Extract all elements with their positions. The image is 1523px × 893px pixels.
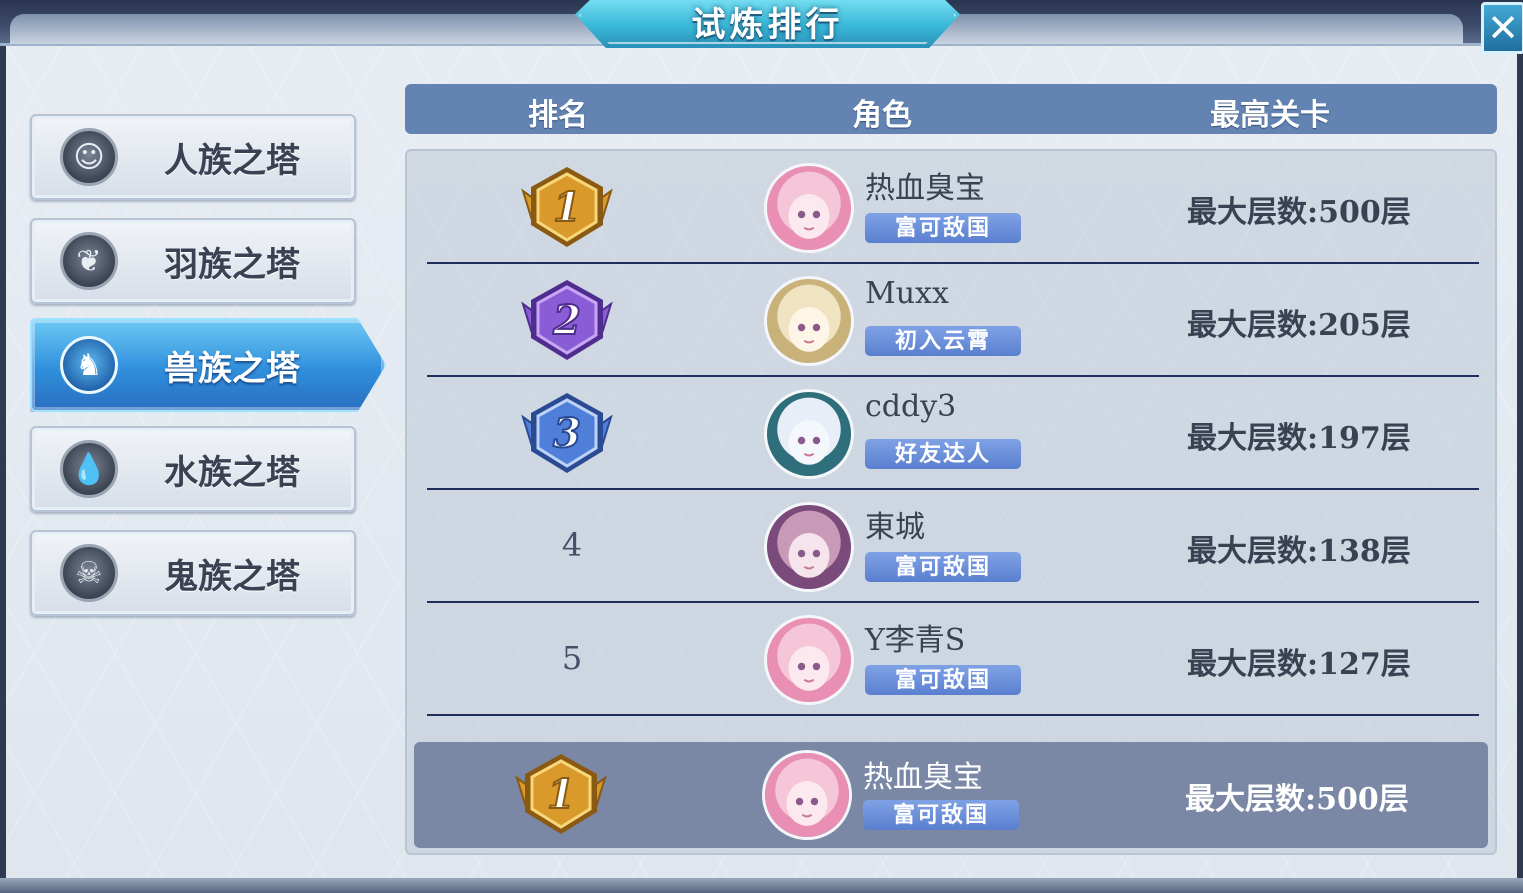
tab-beast-tower[interactable]: ♞ 兽族之塔 (30, 318, 386, 412)
player-title-badge: 好友达人 (865, 439, 1021, 469)
player-avatar[interactable] (764, 276, 854, 366)
tab-label: 水族之塔 (164, 452, 300, 493)
rank-number: 5 (561, 639, 583, 677)
header-role: 角色 (852, 98, 912, 133)
my-rank-row: 1 热血臭宝 富可敌国 最大层数:500层 (414, 742, 1488, 848)
player-title-badge: 富可敌国 (865, 665, 1021, 695)
player-title-badge: 富可敌国 (865, 213, 1021, 243)
title-plate: 试炼排行 (575, 0, 960, 48)
close-button[interactable]: ✕ (1481, 2, 1523, 54)
player-name: 東城 (865, 510, 925, 545)
rank-number: 4 (561, 526, 583, 564)
best-floor: 最大层数:127层 (1187, 647, 1411, 682)
svg-text:1: 1 (553, 184, 581, 231)
player-avatar[interactable] (762, 750, 852, 840)
svg-text:1: 1 (547, 771, 575, 818)
tab-label: 羽族之塔 (164, 244, 300, 285)
player-avatar[interactable] (764, 389, 854, 479)
skull-icon: ☠ (60, 544, 118, 602)
player-name: Muxx (865, 276, 949, 311)
table-row[interactable]: 3 cddy3 好友达人 最大层数:197层 (407, 377, 1499, 490)
best-floor: 最大层数:197层 (1187, 421, 1411, 456)
best-floor: 最大层数:138层 (1187, 534, 1411, 569)
table-row[interactable]: 1 热血臭宝富可敌国 最大层数:500层 (407, 151, 1499, 264)
player-title-badge: 富可敌国 (865, 552, 1021, 582)
player-title-badge: 初入云霄 (865, 326, 1021, 356)
purple-rank-badge-icon: 2 (517, 278, 617, 362)
best-floor: 最大层数:500层 (1185, 782, 1409, 817)
tab-human-tower[interactable]: ☺ 人族之塔 (30, 114, 356, 200)
player-name: 热血臭宝 (863, 760, 983, 795)
gold-rank-badge-icon: 1 (517, 165, 617, 249)
best-floor: 最大层数:500层 (1187, 195, 1411, 230)
best-floor: 最大层数:205层 (1187, 308, 1411, 343)
row-divider (427, 714, 1479, 716)
svg-text:2: 2 (552, 297, 581, 344)
feather-wing-icon: ❦ (60, 232, 118, 290)
player-name: cddy3 (865, 389, 957, 424)
player-avatar[interactable] (764, 163, 854, 253)
table-row[interactable]: 2 Muxx 初入云霄 最大层数:205层 (407, 264, 1499, 377)
player-name: Y李青S (865, 623, 966, 658)
human-face-icon: ☺ (60, 128, 118, 186)
player-name: 热血臭宝 (865, 171, 985, 206)
player-avatar[interactable] (764, 615, 854, 705)
tab-ghost-tower[interactable]: ☠ 鬼族之塔 (30, 530, 356, 616)
ranking-table-header: 排名 角色 最高关卡 (405, 84, 1497, 134)
player-title-badge: 富可敌国 (863, 800, 1019, 830)
water-drop-icon: 💧 (60, 440, 118, 498)
tab-feather-tower[interactable]: ❦ 羽族之塔 (30, 218, 356, 304)
table-row[interactable]: 4 東城富可敌国 最大层数:138层 (407, 490, 1499, 603)
tab-label: 鬼族之塔 (164, 556, 300, 597)
svg-text:3: 3 (553, 410, 581, 457)
tab-water-tower[interactable]: 💧 水族之塔 (30, 426, 356, 512)
player-avatar[interactable] (764, 502, 854, 592)
close-icon: ✕ (1487, 6, 1519, 50)
header-best-level: 最高关卡 (1210, 98, 1330, 133)
blue-rank-badge-icon: 3 (517, 391, 617, 475)
tab-label: 人族之塔 (164, 140, 300, 181)
header-rank: 排名 (528, 98, 588, 133)
table-row[interactable]: 5 Y李青S 富可敌国 最大层数:127层 (407, 603, 1499, 716)
wolf-head-icon: ♞ (60, 336, 118, 394)
window-title: 试炼排行 (691, 4, 844, 45)
gold-rank-badge-icon: 1 (511, 752, 611, 836)
tab-label: 兽族之塔 (164, 348, 300, 389)
bottom-frame-bar (0, 878, 1523, 893)
